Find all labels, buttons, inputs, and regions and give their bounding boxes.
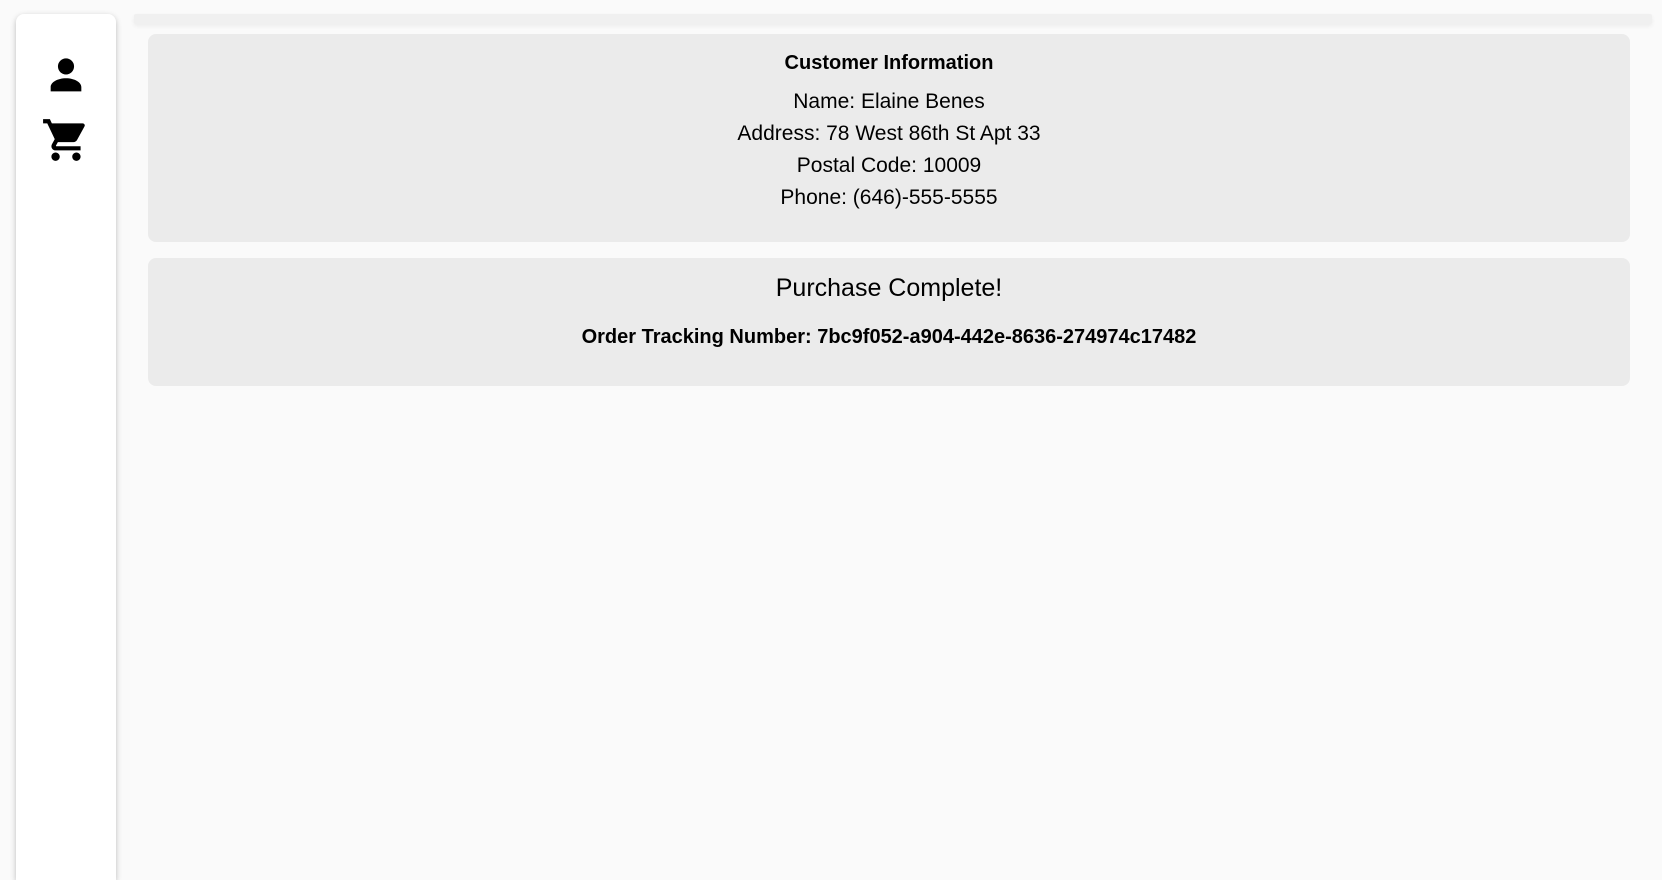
account-button[interactable] (38, 50, 94, 102)
customer-name: Name: Elaine Benes (793, 90, 985, 113)
customer-address: Address: 78 West 86th St Apt 33 (737, 122, 1041, 145)
purchase-complete-heading: Purchase Complete! (775, 274, 1003, 302)
sidebar (16, 14, 116, 880)
person-icon (50, 58, 82, 92)
customer-info-card: Customer Information Name: Elaine Benes … (148, 34, 1630, 242)
order-tracking-number: Order Tracking Number: 7bc9f052-a904-442… (581, 326, 1197, 348)
top-bar (134, 14, 1652, 24)
customer-phone: Phone: (646)-555-5555 (780, 186, 998, 209)
customer-info-heading: Customer Information (784, 52, 994, 74)
shopping-cart-icon (43, 119, 85, 161)
customer-postal-code: Postal Code: 10009 (796, 154, 982, 177)
purchase-complete-card: Purchase Complete! Order Tracking Number… (148, 258, 1630, 386)
cart-button[interactable] (38, 114, 94, 166)
